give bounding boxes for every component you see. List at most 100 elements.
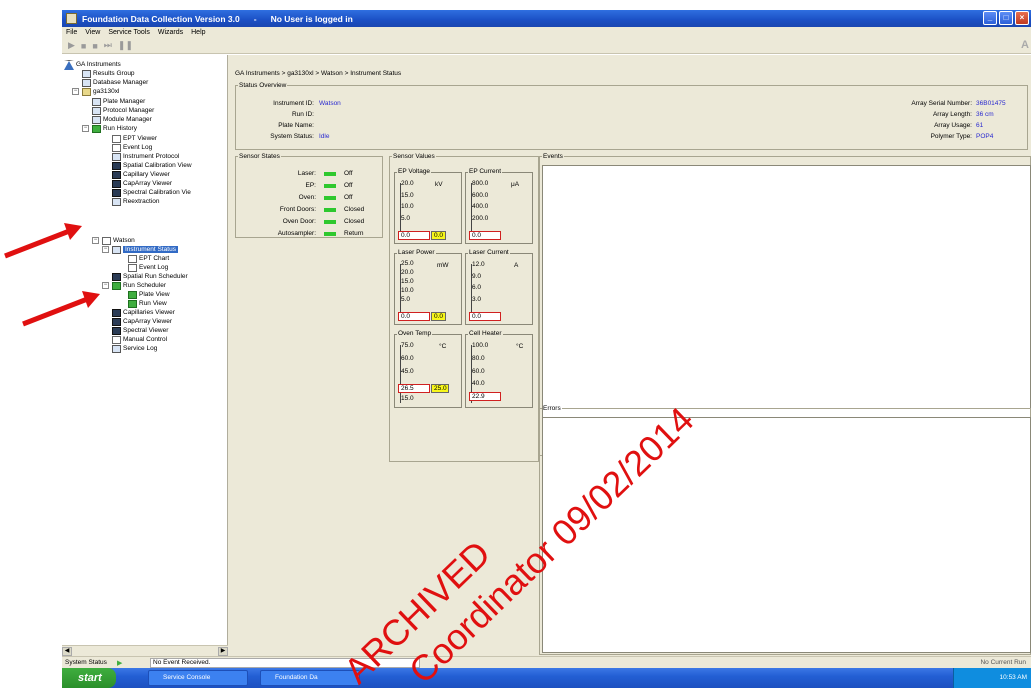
run-view-icon — [128, 299, 137, 308]
instrument-status-icon — [112, 245, 121, 254]
tree-plate-view[interactable]: Plate View — [128, 290, 170, 299]
tree-instrument-status[interactable]: Instrument Status — [112, 245, 178, 254]
oven-door-label: Oven Door: — [282, 218, 316, 225]
reextraction-icon — [112, 197, 121, 206]
minimize-button[interactable]: _ — [983, 11, 997, 25]
collapse-toggle[interactable]: − — [92, 237, 99, 244]
system-status-label: System Status: — [270, 133, 314, 140]
annotation-arrow-icon — [4, 223, 82, 259]
autosampler-value: Return — [344, 230, 364, 237]
ep-current-tick: 200.0 — [472, 215, 489, 222]
laser-power-tick: 10.0 — [401, 287, 414, 294]
laser-power-tick: 20.0 — [401, 269, 414, 276]
ep-voltage-actual: 0.0 — [398, 231, 430, 240]
tree-plate-manager[interactable]: Plate Manager — [92, 97, 145, 106]
ep-current-unit: μA — [511, 181, 520, 188]
taskbar-foundation-data[interactable]: Foundation Da — [260, 670, 360, 686]
menu-help[interactable]: Help — [191, 29, 205, 36]
oven-state-label: Oven: — [298, 194, 316, 201]
maximize-button[interactable]: □ — [999, 11, 1013, 25]
tree-spectral-viewer[interactable]: Spectral Viewer — [112, 326, 168, 335]
ga-instruments-icon — [64, 59, 74, 70]
tree-run-history[interactable]: Run History — [92, 124, 137, 133]
ep-voltage-unit: kV — [435, 181, 443, 188]
tree-caparray-viewer-2[interactable]: CapArray Viewer — [112, 317, 172, 326]
laser-current-tick: 3.0 — [472, 296, 482, 303]
tree-module-manager[interactable]: Module Manager — [92, 115, 152, 124]
scroll-left-icon[interactable]: ◀ — [62, 647, 72, 656]
tree-run-view[interactable]: Run View — [128, 299, 167, 308]
system-status-value: Idle — [319, 133, 330, 140]
stop-icon[interactable]: ■ — [81, 41, 86, 51]
laser-current-gauge: Laser Current A 12.0 9.0 6.0 3.0 0.0 — [465, 249, 533, 325]
tree-results-group[interactable]: Results Group — [82, 69, 135, 78]
oven-state-led — [324, 196, 336, 200]
tree-reextraction[interactable]: Reextraction — [112, 197, 160, 206]
ep-voltage-tick: 20.0 — [401, 180, 414, 187]
tree-spectral-calibration-viewer[interactable]: Spectral Calibration Vie — [112, 188, 191, 197]
taskbar-service-console[interactable]: Service Console — [148, 670, 248, 686]
skip-icon[interactable]: ⏭ — [104, 40, 112, 51]
tree-capillary-viewer[interactable]: Capillary Viewer — [112, 170, 170, 179]
tree-event-log[interactable]: Event Log — [112, 143, 152, 152]
oven-temp-tick: 75.0 — [401, 342, 414, 349]
autosampler-led — [324, 232, 336, 236]
tree-service-log[interactable]: Service Log — [112, 344, 157, 353]
tree-instrument-node[interactable]: ga3130xl — [82, 87, 119, 96]
run-scheduler-icon — [112, 281, 121, 290]
front-doors-label: Front Doors: — [279, 206, 316, 213]
tree-protocol-manager[interactable]: Protocol Manager — [92, 106, 154, 115]
tree-run-scheduler[interactable]: Run Scheduler — [112, 281, 166, 290]
results-group-icon — [82, 69, 91, 78]
tree-capillaries-viewer[interactable]: Capillaries Viewer — [112, 308, 175, 317]
laser-power-tick: 25.0 — [401, 260, 414, 267]
laser-power-setpoint: 0.0 — [431, 312, 446, 321]
plate-name-label: Plate Name: — [278, 122, 314, 129]
tree-caparray-viewer[interactable]: CapArray Viewer — [112, 179, 172, 188]
tree-watson[interactable]: Watson — [102, 236, 135, 245]
instrument-icon — [82, 87, 91, 96]
run-id-label: Run ID: — [291, 111, 314, 118]
tree-ept-viewer[interactable]: EPT Viewer — [112, 134, 157, 143]
annotation-arrow-icon — [22, 291, 100, 327]
tree-database-manager[interactable]: Database Manager — [82, 78, 148, 87]
menu-service-tools[interactable]: Service Tools — [108, 29, 150, 36]
tree-horizontal-scrollbar[interactable]: ◀ ▶ — [62, 645, 228, 656]
watson-icon — [102, 236, 111, 245]
ep-state-led — [324, 184, 336, 188]
pause-icon[interactable]: ❚❚ — [118, 40, 133, 51]
status-play-icon[interactable]: ▶ — [117, 659, 122, 667]
start-button[interactable]: start — [62, 668, 116, 688]
status-bar: System Status ▶ No Event Received. No Cu… — [62, 656, 1031, 668]
stop-all-icon[interactable]: ■ — [92, 41, 97, 51]
play-icon[interactable]: ▶ — [68, 40, 75, 51]
cell-heater-gauge: Cell Heater °C 100.0 80.0 60.0 40.0 22.9 — [465, 330, 533, 408]
capillaries-viewer-icon — [112, 308, 121, 317]
errors-list[interactable] — [542, 417, 1031, 653]
tree-instrument-protocol[interactable]: Instrument Protocol — [112, 152, 179, 161]
collapse-toggle[interactable]: − — [72, 88, 79, 95]
ep-state-label: EP: — [305, 182, 316, 189]
clock: 10:53 AM — [999, 674, 1027, 681]
tree-ept-chart[interactable]: EPT Chart — [128, 254, 169, 263]
tree-manual-control[interactable]: Manual Control — [112, 335, 167, 344]
tree-spatial-calibration-viewer[interactable]: Spatial Calibration View — [112, 161, 192, 170]
tree-spatial-run-scheduler[interactable]: Spatial Run Scheduler — [112, 272, 188, 281]
tree-root[interactable]: GA Instruments — [64, 59, 121, 70]
window-titlebar: Foundation Data Collection Version 3.0 -… — [62, 10, 1031, 27]
menu-bar: File View Service Tools Wizards Help — [62, 27, 1031, 38]
close-button[interactable]: × — [1015, 11, 1029, 25]
array-length-value: 36 cm — [976, 111, 994, 118]
scroll-right-icon[interactable]: ▶ — [218, 647, 228, 656]
oven-door-led — [324, 220, 336, 224]
collapse-toggle[interactable]: − — [82, 125, 89, 132]
array-length-label: Array Length: — [932, 111, 972, 118]
front-doors-value: Closed — [344, 206, 365, 213]
navigation-tree: GA Instruments Results Group Database Ma… — [62, 55, 228, 656]
collapse-toggle[interactable]: − — [102, 246, 109, 253]
menu-wizards[interactable]: Wizards — [158, 29, 183, 36]
tree-event-log-2[interactable]: Event Log — [128, 263, 168, 272]
menu-view[interactable]: View — [85, 29, 100, 36]
title-separator: - — [253, 13, 257, 24]
menu-file[interactable]: File — [66, 29, 77, 36]
